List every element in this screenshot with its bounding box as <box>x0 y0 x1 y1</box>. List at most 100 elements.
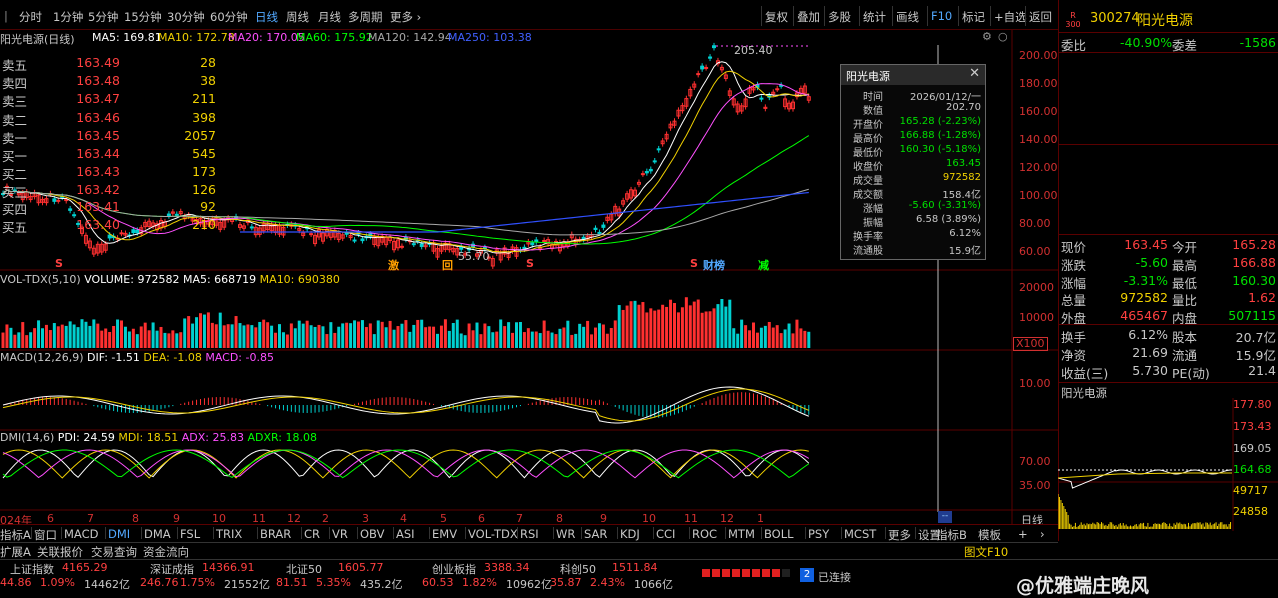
popup-value: -5.60 (-3.31%) <box>908 200 981 211</box>
indicator-tab-23[interactable]: MCST <box>844 527 876 541</box>
volume-bar <box>222 325 226 348</box>
volume-bar <box>740 319 744 348</box>
bottom-tab-2[interactable]: 交易查询 <box>91 544 137 560</box>
volume-bar <box>432 326 436 348</box>
indicator-tab-9[interactable]: VR <box>332 527 348 541</box>
volume-bar <box>246 324 250 348</box>
volume-bar <box>123 326 127 348</box>
sell-level-3: 卖三 163.47 211 <box>2 91 218 109</box>
volume-bar <box>704 311 708 348</box>
indicator-tab-13[interactable]: VOL-TDX <box>468 527 518 541</box>
candle <box>648 168 653 172</box>
volume-bar <box>325 334 329 348</box>
volume-bar <box>601 324 605 348</box>
tab-separator <box>177 527 178 539</box>
tab-separator <box>31 527 32 539</box>
indicator-b-tab[interactable]: 指标B <box>936 527 967 543</box>
indicator-tab-24[interactable]: 更多 <box>888 527 911 543</box>
volume-bar <box>428 326 432 348</box>
indicator-tab-11[interactable]: ASI <box>396 527 415 541</box>
volume-bar <box>143 322 147 348</box>
volume-bar <box>550 332 554 348</box>
divider <box>1058 382 1278 383</box>
indicator-tab-15[interactable]: WR <box>556 527 575 541</box>
candle <box>411 243 416 246</box>
indicator-tab-6[interactable]: TRIX <box>216 527 242 541</box>
indicator-tab-5[interactable]: FSL <box>180 527 200 541</box>
indicator-tab-21[interactable]: BOLL <box>764 527 794 541</box>
tab-separator <box>581 527 582 539</box>
event-marker: S <box>690 257 698 270</box>
template-tab[interactable]: 模板 <box>978 527 1001 543</box>
volume-bar <box>412 324 416 348</box>
price-ytick: 60.00 <box>1019 245 1051 258</box>
add-indicator-icon[interactable]: + <box>1018 527 1028 541</box>
indicator-tab-16[interactable]: SAR <box>584 527 607 541</box>
volume-bar <box>5 324 9 348</box>
volume-bar <box>605 333 609 348</box>
dmi-title: DMI(14,6) PDI: 24.59 MDI: 18.51 ADX: 25.… <box>0 431 317 444</box>
indicator-tab-4[interactable]: DMA <box>144 527 171 541</box>
bottom-tab-1[interactable]: 关联报价 <box>37 544 83 560</box>
popup-value: 2026/01/12/一 <box>909 92 981 103</box>
volume-bar <box>621 309 625 348</box>
volume-bar <box>301 323 305 348</box>
chevron-right-icon[interactable]: › <box>1040 527 1045 541</box>
tab-separator <box>841 527 842 539</box>
popup-key: 振幅 <box>863 218 883 229</box>
indicator-tab-18[interactable]: CCI <box>656 527 675 541</box>
volume-bar <box>542 320 546 348</box>
level-qty: 92 <box>200 199 216 215</box>
index-change: 35.87 <box>550 576 582 589</box>
volume-bar <box>538 333 542 348</box>
indicator-tab-12[interactable]: EMV <box>432 527 457 541</box>
volume-bar <box>191 323 195 348</box>
indicator-tab-19[interactable]: ROC <box>692 527 717 541</box>
stat-label: 流通 <box>1172 348 1198 363</box>
volume-bar <box>803 330 807 348</box>
volume-bar <box>21 322 25 348</box>
popup-row: 数值 202.70 <box>841 102 985 117</box>
indicator-tab-14[interactable]: RSI <box>520 527 539 541</box>
index-amount: 10962亿 <box>506 578 552 591</box>
volume-bar <box>349 323 353 348</box>
popup-row: 收盘价 163.45 <box>841 158 985 173</box>
tab-separator <box>429 527 430 539</box>
bottom-tab-3[interactable]: 资金流向 <box>143 544 189 560</box>
volume-bar <box>684 297 688 348</box>
volume-bar <box>487 326 491 348</box>
volume-bar <box>388 320 392 348</box>
volume-bar <box>641 302 645 348</box>
indicator-tab-2[interactable]: MACD <box>64 527 98 541</box>
popup-row: 最低价 160.30 (-5.18%) <box>841 144 985 159</box>
indicator-tab-1[interactable]: 窗口 <box>34 527 57 543</box>
divider <box>1058 144 1278 145</box>
indicator-tab-7[interactable]: BRAR <box>260 527 291 541</box>
popup-row: 成交量 972582 <box>841 172 985 187</box>
bottom-tab-0[interactable]: 扩展A <box>0 544 31 560</box>
popup-key: 涨幅 <box>863 204 883 215</box>
volume-bar <box>100 330 104 348</box>
dmi-line-1 <box>2 449 809 479</box>
volume-bar <box>566 320 570 348</box>
candle <box>309 233 314 236</box>
stat-value: 5.730 <box>1132 363 1168 378</box>
f10-graphic-tab[interactable]: 图文F10 <box>964 544 1008 560</box>
indicator-tab-22[interactable]: PSY <box>808 527 829 541</box>
indicator-tab-0[interactable]: 指标A <box>0 527 31 543</box>
sell-level-5: 卖五 163.49 28 <box>2 55 218 73</box>
indicator-tab-8[interactable]: CR <box>304 527 320 541</box>
volume-bar <box>771 327 775 348</box>
volume-bar <box>210 322 214 348</box>
volume-bar <box>258 321 262 348</box>
indicator-tab-17[interactable]: KDJ <box>620 527 640 541</box>
level-price: 163.48 <box>76 73 120 89</box>
indicator-tab-10[interactable]: OBV <box>360 527 384 541</box>
volume-bar <box>262 319 266 348</box>
volume-bar <box>289 323 293 348</box>
divider <box>1058 32 1278 33</box>
close-icon[interactable]: ✕ <box>969 66 980 81</box>
indicator-tab-3[interactable]: DMI <box>108 527 130 541</box>
indicator-tab-20[interactable]: MTM <box>728 527 755 541</box>
volume-bar <box>799 328 803 348</box>
